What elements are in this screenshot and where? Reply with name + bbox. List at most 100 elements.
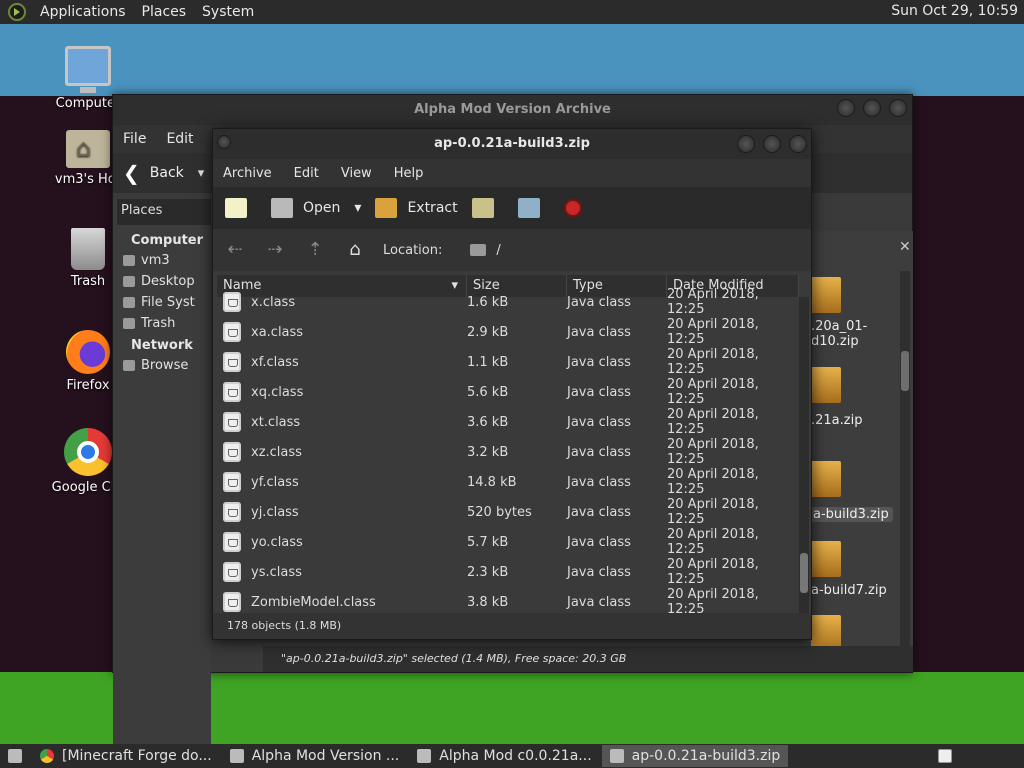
table-row[interactable]: xf.class 1.1 kB Java class 20 April 2018, 1…	[217, 347, 799, 377]
close-pane-icon[interactable]: ✕	[899, 239, 911, 255]
status-bar: 178 objects (1.8 MB)	[213, 613, 811, 639]
location-label: Location:	[383, 242, 443, 258]
table-row[interactable]: yj.class 520 bytes Java class 20 April 2018…	[217, 497, 799, 527]
table-row[interactable]: xa.class 2.9 kB Java class 20 April 2018, 1…	[217, 317, 799, 347]
menu-places[interactable]: Places	[134, 4, 195, 20]
scrollbar[interactable]	[799, 297, 809, 615]
firefox-icon	[66, 330, 110, 374]
menu-archive[interactable]: Archive	[223, 166, 272, 181]
cell-date: 20 April 2018, 12:25	[667, 557, 759, 587]
clock[interactable]: Sun Oct 29, 10:59	[891, 3, 1018, 19]
scrollbar-thumb[interactable]	[800, 553, 808, 593]
table-row[interactable]: ys.class 2.3 kB Java class 20 April 2018, 1…	[217, 557, 799, 587]
back-arrow-icon[interactable]: ❮	[123, 161, 140, 185]
java-file-icon	[223, 562, 241, 582]
cell-size: 5.6 kB	[467, 384, 509, 400]
cell-name: xa.class	[217, 322, 467, 342]
open-dropdown-icon[interactable]: ▾	[354, 200, 361, 216]
trash-applet[interactable]	[930, 745, 968, 767]
table-row[interactable]: xt.class 3.6 kB Java class 20 April 2018, 1…	[217, 407, 799, 437]
home-icon[interactable]: ⌂	[343, 238, 367, 262]
menu-system[interactable]: System	[194, 4, 262, 20]
zip-file-icon[interactable]	[811, 461, 841, 497]
show-desktop-button[interactable]	[0, 745, 30, 767]
cell-size: 1.6 kB	[467, 294, 509, 310]
distro-logo-icon[interactable]	[8, 3, 26, 21]
task-chrome[interactable]: [Minecraft Forge do...	[32, 745, 220, 767]
cell-name: xz.class	[217, 442, 467, 462]
cell-date: 20 April 2018, 12:25	[667, 497, 759, 527]
location-path[interactable]: /	[496, 243, 500, 258]
scrollbar[interactable]	[900, 271, 910, 651]
file-label-selected[interactable]: a-build3.zip	[809, 507, 893, 522]
cell-date: 20 April 2018, 12:25	[667, 347, 759, 377]
forward-arrow-icon[interactable]: ⇢	[263, 238, 287, 262]
up-arrow-icon[interactable]: ⇡	[303, 238, 327, 262]
table-row[interactable]: xz.class 3.2 kB Java class 20 April 2018, 1…	[217, 437, 799, 467]
back-dropdown-icon[interactable]: ▾	[198, 166, 205, 181]
cell-name: ys.class	[217, 562, 467, 582]
stop-button[interactable]	[563, 199, 592, 217]
zip-file-icon[interactable]	[811, 367, 841, 403]
menu-file[interactable]: File	[123, 131, 146, 147]
sidebar-item-trash[interactable]: Trash	[113, 313, 211, 334]
cell-name: xq.class	[217, 382, 467, 402]
cell-name: xt.class	[217, 412, 467, 432]
zip-file-icon[interactable]	[811, 277, 841, 313]
menu-help[interactable]: Help	[394, 166, 424, 181]
new-archive-button[interactable]	[225, 198, 257, 218]
file-label[interactable]: a-build7.zip	[811, 583, 887, 598]
menu-edit[interactable]: Edit	[294, 166, 319, 181]
show-desktop-icon	[8, 749, 22, 763]
minimize-icon[interactable]	[837, 99, 855, 117]
maximize-icon[interactable]	[763, 135, 781, 153]
task-archive-2-active[interactable]: ap-0.0.21a-build3.zip	[601, 745, 789, 767]
folder-icon	[470, 244, 487, 256]
desktop-wallpaper-sky	[0, 24, 1024, 96]
trash-icon	[71, 228, 105, 270]
window-title[interactable]: ap-0.0.21a-build3.zip	[213, 129, 811, 159]
extract-button[interactable]: Extract	[375, 198, 458, 218]
sidebar-item-vm3[interactable]: vm3	[113, 250, 211, 271]
sidebar-item-browse[interactable]: Browse	[113, 355, 211, 376]
sidebar-item-filesystem[interactable]: File Syst	[113, 292, 211, 313]
menu-edit[interactable]: Edit	[166, 131, 193, 147]
task-archive-1[interactable]: Alpha Mod c0.0.21a...	[409, 745, 599, 767]
open-button[interactable]: Open ▾	[271, 198, 361, 218]
menu-applications[interactable]: Applications	[32, 4, 134, 20]
window-title[interactable]: Alpha Mod Version Archive	[113, 95, 912, 125]
zip-file-icon[interactable]	[811, 541, 841, 577]
table-row[interactable]: x.class 1.6 kB Java class 20 April 2018, 12…	[217, 287, 799, 317]
table-row[interactable]: xq.class 5.6 kB Java class 20 April 2018, 1…	[217, 377, 799, 407]
places-selector[interactable]: Places	[117, 199, 211, 225]
cell-date: 20 April 2018, 12:25	[667, 467, 759, 497]
scrollbar-thumb[interactable]	[901, 351, 909, 391]
add-folder-button[interactable]	[517, 198, 550, 218]
close-icon[interactable]	[889, 99, 907, 117]
folder-icon	[229, 749, 244, 763]
cell-size: 2.3 kB	[467, 564, 509, 580]
cell-type: Java class	[567, 354, 631, 370]
back-button[interactable]: Back	[150, 165, 184, 181]
table-row[interactable]: yf.class 14.8 kB Java class 20 April 2018, …	[217, 467, 799, 497]
task-file-manager[interactable]: Alpha Mod Version ...	[222, 745, 408, 767]
cell-type: Java class	[567, 414, 631, 430]
java-file-icon	[223, 472, 241, 492]
taskbar: [Minecraft Forge do... Alpha Mod Version…	[0, 744, 1024, 768]
file-label[interactable]: .20a_01- d10.zip	[811, 319, 867, 349]
sidebar-section-computer: Computer	[131, 233, 204, 248]
maximize-icon[interactable]	[863, 99, 881, 117]
chrome-icon	[64, 428, 112, 476]
window-menu-icon[interactable]	[217, 135, 231, 149]
table-row[interactable]: ZombieModel.class 3.8 kB Java class 20 Apri…	[217, 587, 799, 613]
table-row[interactable]: yo.class 5.7 kB Java class 20 April 2018, 1…	[217, 527, 799, 557]
cell-type: Java class	[567, 384, 631, 400]
menu-view[interactable]: View	[341, 166, 372, 181]
minimize-icon[interactable]	[737, 135, 755, 153]
sidebar-item-desktop[interactable]: Desktop	[113, 271, 211, 292]
back-arrow-icon[interactable]: ⇠	[223, 238, 247, 262]
add-files-button[interactable]	[471, 198, 504, 218]
cell-name: xf.class	[217, 352, 467, 372]
close-icon[interactable]	[789, 135, 807, 153]
file-label[interactable]: .21a.zip	[811, 413, 862, 428]
